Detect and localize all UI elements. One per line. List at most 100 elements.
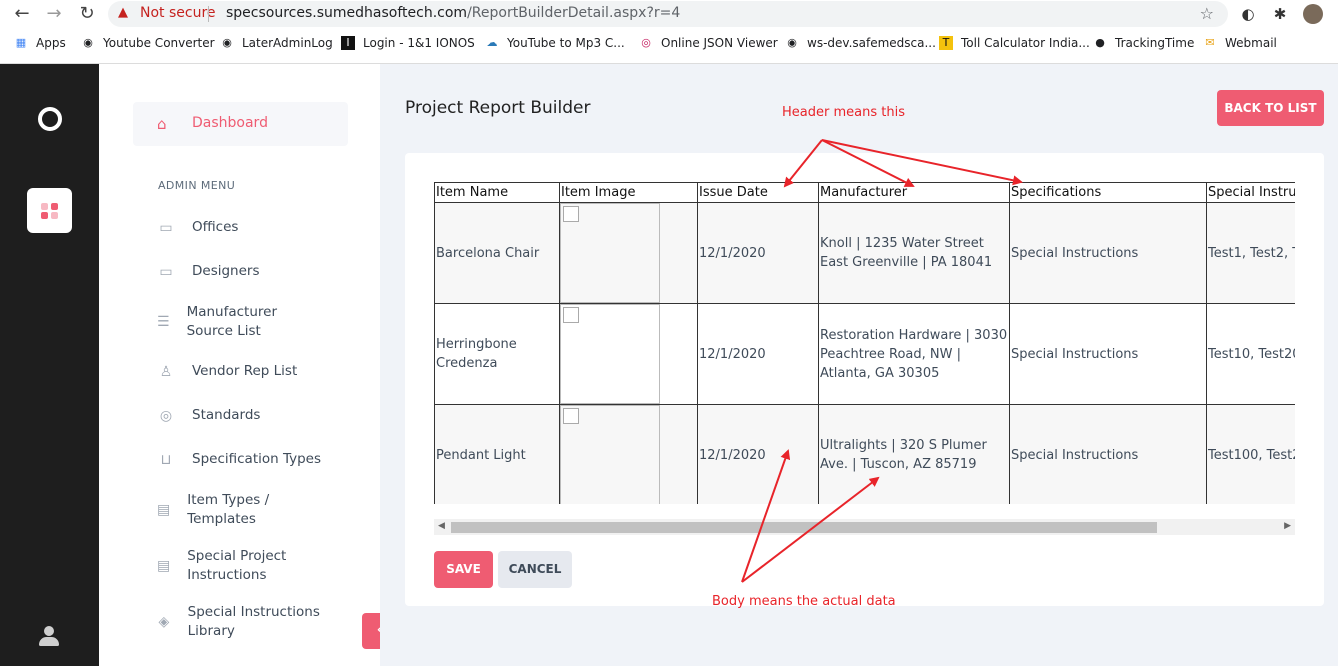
report-table-container[interactable]: Item Name Item Image Issue Date Manufact… <box>434 182 1295 504</box>
monitor-icon: ▭ <box>159 263 173 280</box>
ionos-icon: I <box>341 36 355 50</box>
forward-arrow-icon[interactable]: → <box>44 4 64 24</box>
reload-icon[interactable]: ↻ <box>77 4 97 24</box>
globe-icon: ◉ <box>83 36 93 49</box>
bookmark-json-viewer[interactable]: ◎ Online JSON Viewer <box>639 36 778 50</box>
cancel-button[interactable]: CANCEL <box>498 551 572 588</box>
warning-icon: ▲ <box>118 5 128 20</box>
body-annotation: Body means the actual data <box>712 594 896 609</box>
cell-special-instructions: Test10, Test20 <box>1206 303 1295 405</box>
inbox-icon: ⊔ <box>160 451 172 468</box>
url-text: specsources.sumedhasoftech.com/ReportBui… <box>226 5 680 21</box>
apps-grid-icon[interactable] <box>27 188 72 233</box>
scroll-left-icon[interactable]: ◀ <box>438 521 445 531</box>
bookmark-youtube-mp3[interactable]: ☁ YouTube to Mp3 C... <box>485 36 625 50</box>
apps-grid-icon: ▦ <box>15 36 27 49</box>
header-item-name: Item Name <box>434 182 560 203</box>
sidebar-item-specification-types[interactable]: ⊔ Specification Types <box>157 450 321 469</box>
sidebar-item-special-project-instructions[interactable]: ▤ Special Project Instructions <box>157 547 297 585</box>
bookmark-star-icon[interactable]: ☆ <box>1200 4 1214 23</box>
bookmark-youtube-converter[interactable]: ◉ Youtube Converter <box>81 36 214 50</box>
cell-special-instructions: Test100, Test2 <box>1206 404 1295 504</box>
report-table: Item Name Item Image Issue Date Manufact… <box>434 182 1295 504</box>
json-viewer-icon: ◎ <box>641 36 651 49</box>
user-icon[interactable] <box>38 626 60 648</box>
icon-rail <box>0 64 99 666</box>
browser-chrome: ← → ↻ ▲ Not secure specsources.sumedhaso… <box>0 0 1338 64</box>
checklist-icon: ☰ <box>157 314 170 330</box>
briefcase-icon: ▭ <box>159 219 173 236</box>
sidebar-item-label: Dashboard <box>192 115 268 131</box>
scroll-right-icon[interactable]: ▶ <box>1284 521 1291 531</box>
bookmark-ionos[interactable]: I Login - 1&1 IONOS <box>341 36 475 50</box>
broken-image-icon <box>560 202 660 303</box>
url-host: specsources.sumedhasoftech.com <box>226 5 468 21</box>
extensions-icon[interactable]: ✱ <box>1271 5 1289 23</box>
bookmarks-bar: ▦ Apps ◉ Youtube Converter ◉ LaterAdminLog … <box>0 34 1338 56</box>
menu-section-heading: ADMIN MENU <box>158 179 236 192</box>
back-arrow-icon[interactable]: ← <box>12 4 32 24</box>
cell-special-instructions: Test1, Test2, Te <box>1206 202 1295 304</box>
table-row: Pendant Light 12/1/2020 Ultralights | 32… <box>434 404 1295 504</box>
cell-item-image <box>559 404 698 504</box>
broken-image-icon <box>560 303 660 404</box>
cell-item-name: Barcelona Chair <box>434 202 560 304</box>
save-button[interactable]: SAVE <box>434 551 493 588</box>
header-issue-date: Issue Date <box>697 182 819 203</box>
cell-item-name: Pendant Light <box>434 404 560 504</box>
url-path: /ReportBuilderDetail.aspx?r=4 <box>467 5 681 21</box>
bookmark-apps[interactable]: ▦ Apps <box>14 36 66 50</box>
bookmark-webmail[interactable]: ✉ Webmail <box>1203 36 1276 50</box>
scrollbar-thumb[interactable] <box>451 522 1157 533</box>
cell-item-image <box>559 202 698 304</box>
divider <box>208 6 209 22</box>
sidebar-item-standards[interactable]: ◎ Standards <box>157 406 261 425</box>
logo-icon[interactable] <box>38 107 62 131</box>
cell-item-image <box>559 303 698 405</box>
cell-manufacturer: Ultralights | 320 S Plumer Ave. | Tuscon… <box>818 404 1010 504</box>
header-manufacturer: Manufacturer <box>818 182 1010 203</box>
trackingtime-icon: ● <box>1095 36 1105 49</box>
cell-manufacturer: Restoration Hardware | 3030 Peachtree Ro… <box>818 303 1010 405</box>
cloud-download-icon: ☁ <box>486 36 498 49</box>
header-annotation: Header means this <box>782 105 905 120</box>
cell-issue-date: 12/1/2020 <box>697 303 819 405</box>
security-label: Not secure <box>140 5 216 21</box>
address-bar[interactable]: ▲ Not secure specsources.sumedhasoftech.… <box>108 1 1228 27</box>
cell-item-name: Herringbone Credenza <box>434 303 560 405</box>
cell-manufacturer: Knoll | 1235 Water Street East Greenvill… <box>818 202 1010 304</box>
sidebar-item-designers[interactable]: ▭ Designers <box>157 262 259 281</box>
home-icon: ⌂ <box>157 115 167 133</box>
globe-icon: ◉ <box>222 36 232 49</box>
layers-icon: ◈ <box>158 614 170 630</box>
sidebar-item-manufacturer-source-list[interactable]: ☰ Manufacturer Source List <box>157 303 297 341</box>
bookmark-ws-dev[interactable]: ◉ ws-dev.safemedsca... <box>785 36 936 50</box>
page-title: Project Report Builder <box>405 98 591 118</box>
profile-avatar[interactable] <box>1303 4 1323 24</box>
users-icon: ♙ <box>159 363 173 380</box>
header-special-instructions: Special Instru <box>1206 182 1295 203</box>
header-item-image: Item Image <box>559 182 698 203</box>
sidebar-item-special-instructions-library[interactable]: ◈ Special Instructions Library <box>157 603 327 641</box>
cell-specifications: Special Instructions <box>1009 404 1207 504</box>
sidebar-item-dashboard[interactable]: ⌂ Dashboard <box>133 102 348 146</box>
sidebar-item-offices[interactable]: ▭ Offices <box>157 218 238 237</box>
broken-image-icon <box>560 404 660 504</box>
document-icon: ▤ <box>157 502 171 518</box>
table-header-row: Item Name Item Image Issue Date Manufact… <box>434 182 1295 203</box>
sidebar-item-item-types[interactable]: ▤ Item Types / Templates <box>157 491 297 529</box>
table-row: Barcelona Chair 12/1/2020 Knoll | 1235 W… <box>434 202 1295 304</box>
dark-mode-icon[interactable]: ◐ <box>1239 5 1257 23</box>
bookmark-lateradminlog[interactable]: ◉ LaterAdminLog <box>220 36 333 50</box>
cell-issue-date: 12/1/2020 <box>697 404 819 504</box>
sidebar-item-vendor-rep-list[interactable]: ♙ Vendor Rep List <box>157 362 298 381</box>
report-card: Item Name Item Image Issue Date Manufact… <box>405 153 1324 606</box>
cell-issue-date: 12/1/2020 <box>697 202 819 304</box>
back-to-list-button[interactable]: BACK TO LIST <box>1217 90 1324 126</box>
horizontal-scrollbar[interactable]: ◀ ▶ <box>434 519 1295 535</box>
sidebar: ⌂ Dashboard ADMIN MENU ▭ Offices ▭ Designe… <box>99 64 380 666</box>
cell-specifications: Special Instructions <box>1009 303 1207 405</box>
bookmark-trackingtime[interactable]: ● TrackingTime <box>1093 36 1194 50</box>
bookmark-toll-calculator[interactable]: T Toll Calculator India... <box>939 36 1090 50</box>
clipboard-icon: ▤ <box>157 558 171 574</box>
